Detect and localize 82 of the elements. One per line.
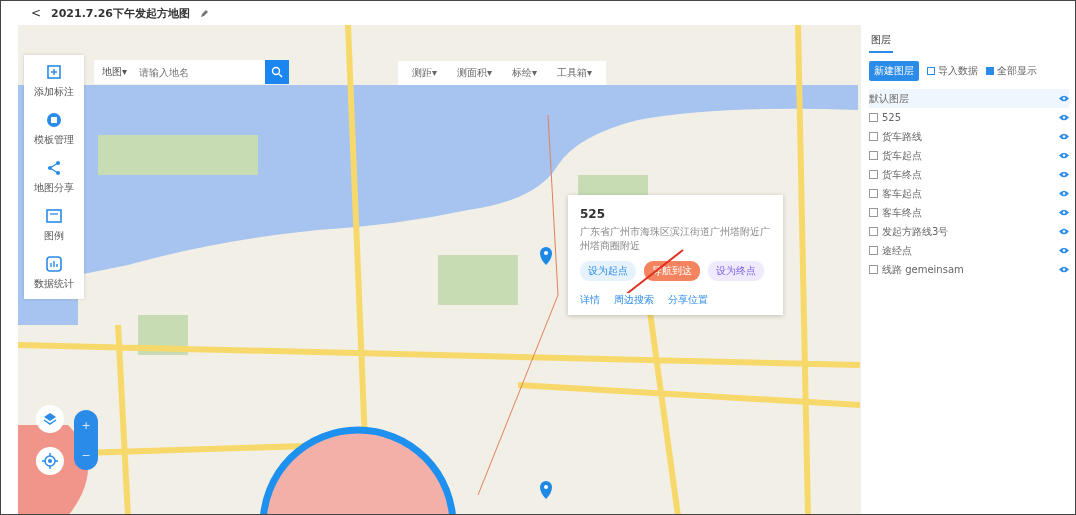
layer-checkbox[interactable] xyxy=(869,189,878,198)
map-title: 2021.7.26下午发起方地图 xyxy=(51,5,190,21)
search-field[interactable]: 请输入地名 xyxy=(133,60,266,84)
layer-item[interactable]: 货车起点 xyxy=(869,146,1069,165)
search-button[interactable] xyxy=(265,60,290,84)
tool-dropdown[interactable]: 标绘▾ xyxy=(502,63,548,83)
panel-action[interactable]: 全部显示 xyxy=(986,64,1037,78)
layer-name: 发起方路线3号 xyxy=(882,224,950,239)
scope-dropdown[interactable]: 地图▾ xyxy=(94,60,134,84)
import-icon xyxy=(927,67,935,75)
search-icon xyxy=(271,66,284,78)
layer-name: 客车终点 xyxy=(882,205,923,220)
layer-name: 默认图层 xyxy=(869,91,910,106)
eye-icon[interactable] xyxy=(1059,209,1069,216)
layer-item[interactable]: 线路 gemeinsam xyxy=(869,260,1069,279)
map-pin-icon[interactable] xyxy=(540,481,552,499)
sidebar-item[interactable]: 地图分享 xyxy=(34,159,74,195)
layer-item[interactable]: 客车起点 xyxy=(869,184,1069,203)
checkbox-icon xyxy=(986,67,994,75)
eye-icon[interactable] xyxy=(1059,228,1069,235)
layer-item[interactable]: 客车终点 xyxy=(869,203,1069,222)
eye-icon[interactable] xyxy=(1059,190,1069,197)
layer-name: 货车起点 xyxy=(882,148,923,163)
sidebar-label: 图例 xyxy=(44,229,64,243)
back-button[interactable]: < xyxy=(31,6,42,20)
layer-checkbox[interactable] xyxy=(869,208,878,217)
sidebar-label: 添加标注 xyxy=(34,85,74,99)
tool-dropdown[interactable]: 工具箱▾ xyxy=(547,63,603,83)
layer-item[interactable]: 货车终点 xyxy=(869,165,1069,184)
popup-link[interactable]: 周边搜索 xyxy=(614,293,654,307)
panel-action[interactable]: 导入数据 xyxy=(927,64,978,78)
sidebar-label: 模板管理 xyxy=(34,133,74,147)
layer-name: 途经点 xyxy=(882,243,913,258)
tool-dropdown[interactable]: 测面积▾ xyxy=(447,63,503,83)
locate-icon xyxy=(42,453,58,469)
popup-address: 广东省广州市海珠区滨江街道广州塔附近广州塔商圈附近 xyxy=(580,225,771,253)
layer-item[interactable]: 途经点 xyxy=(869,241,1069,260)
layers-tab[interactable]: 图层 xyxy=(869,33,893,53)
eye-icon[interactable] xyxy=(1059,133,1069,140)
popup-title: 525 xyxy=(580,207,607,221)
layer-name: 货车路线 xyxy=(882,129,923,144)
layer-checkbox[interactable] xyxy=(869,170,878,179)
eye-icon[interactable] xyxy=(1059,247,1069,254)
layer-checkbox[interactable] xyxy=(869,227,878,236)
layer-checkbox[interactable] xyxy=(869,151,878,160)
layer-name: 线路 gemeinsam xyxy=(882,262,965,277)
template-icon xyxy=(45,111,63,129)
layer-checkbox[interactable] xyxy=(869,246,878,255)
share-icon xyxy=(45,159,63,177)
layer-item[interactable]: 525 xyxy=(869,108,1069,127)
layer-checkbox[interactable] xyxy=(869,113,878,122)
eye-icon[interactable] xyxy=(1059,171,1069,178)
new-layer-button[interactable]: 新建图层 xyxy=(869,61,919,81)
popup-link[interactable]: 详情 xyxy=(580,293,600,307)
layer-checkbox[interactable] xyxy=(869,132,878,141)
layers-icon xyxy=(42,411,58,427)
popup-action[interactable]: 设为起点 xyxy=(580,261,636,281)
layer-checkbox[interactable] xyxy=(869,265,878,274)
sidebar-item[interactable]: 添加标注 xyxy=(34,63,74,99)
sidebar-label: 数据统计 xyxy=(34,277,74,291)
layer-name: 客车起点 xyxy=(882,186,923,201)
layer-item[interactable]: 发起方路线3号 xyxy=(869,222,1069,241)
eye-icon[interactable] xyxy=(1059,114,1069,121)
sidebar-item[interactable]: 图例 xyxy=(44,207,64,243)
eye-icon[interactable] xyxy=(1059,95,1069,102)
sidebar-label: 地图分享 xyxy=(34,181,74,195)
sidebar-item[interactable]: 数据统计 xyxy=(34,255,74,291)
edit-icon[interactable] xyxy=(200,8,209,18)
marker-icon xyxy=(45,63,63,81)
tool-dropdown[interactable]: 测距▾ xyxy=(402,63,448,83)
layer-name: 525 xyxy=(882,112,903,123)
legend-icon xyxy=(45,207,63,225)
layer-group[interactable]: 默认图层 xyxy=(869,89,1069,108)
popup-action[interactable]: 设为终点 xyxy=(708,261,764,281)
popup-link[interactable]: 分享位置 xyxy=(668,293,708,307)
eye-icon[interactable] xyxy=(1059,152,1069,159)
sidebar-item[interactable]: 模板管理 xyxy=(34,111,74,147)
map-pin-icon[interactable] xyxy=(540,247,552,265)
eye-icon[interactable] xyxy=(1059,266,1069,273)
layer-item[interactable]: 货车路线 xyxy=(869,127,1069,146)
chart-icon xyxy=(45,255,63,273)
layer-name: 货车终点 xyxy=(882,167,923,182)
